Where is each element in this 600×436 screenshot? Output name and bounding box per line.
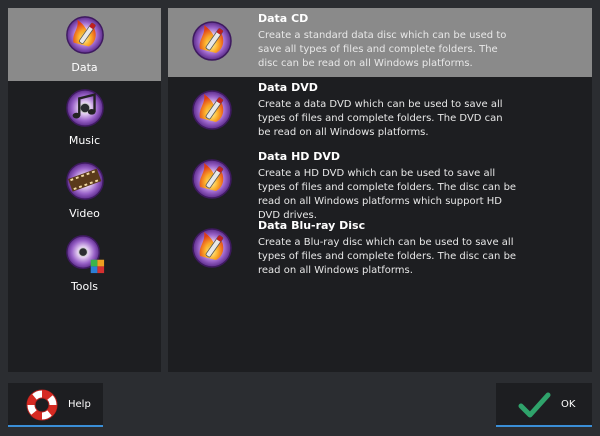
sidebar-item-music[interactable]: Music	[8, 81, 161, 154]
sidebar-item-tools[interactable]: Tools	[8, 227, 161, 300]
sidebar-item-label: Tools	[70, 280, 99, 293]
help-label: Help	[68, 399, 91, 410]
project-item-data-cd[interactable]: Data CD Create a standard data disc whic…	[168, 8, 592, 77]
sidebar-item-label: Music	[68, 134, 101, 147]
video-disc-icon	[65, 162, 104, 200]
project-item-data-bluray[interactable]: Data Blu-ray Disc Create a Blu-ray disc …	[168, 215, 592, 284]
project-item-title: Data Blu-ray Disc	[258, 219, 366, 232]
project-item-description: Create a data DVD which can be used to s…	[258, 99, 503, 138]
category-sidebar: Data Music Video Tools	[8, 8, 161, 372]
ok-button[interactable]: OK	[496, 383, 592, 427]
project-item-title: Data HD DVD	[258, 150, 341, 163]
project-item-data-hd-dvd[interactable]: Data HD DVD Create a HD DVD which can be…	[168, 146, 592, 221]
sidebar-item-label: Data	[71, 61, 98, 74]
music-disc-icon	[65, 89, 104, 127]
sidebar-item-label: Video	[69, 207, 100, 220]
data-disc-icon	[192, 228, 232, 268]
sidebar-item-video[interactable]: Video	[8, 154, 161, 227]
lifebuoy-icon	[26, 389, 58, 421]
help-button[interactable]: Help	[8, 383, 103, 427]
data-disc-icon	[65, 16, 104, 54]
checkmark-icon	[518, 392, 551, 418]
project-item-description: Create a standard data disc which can be…	[258, 30, 507, 69]
project-item-title: Data CD	[258, 12, 309, 25]
data-disc-icon	[192, 21, 232, 61]
tools-disc-icon	[65, 235, 104, 274]
sidebar-item-data[interactable]: Data	[8, 8, 161, 81]
ok-label: OK	[561, 399, 576, 410]
project-item-description: Create a Blu-ray disc which can be used …	[258, 237, 517, 276]
data-disc-icon	[192, 90, 232, 130]
project-item-title: Data DVD	[258, 81, 318, 94]
project-list: Data CD Create a standard data disc whic…	[168, 8, 592, 372]
project-item-data-dvd[interactable]: Data DVD Create a data DVD which can be …	[168, 77, 592, 146]
data-disc-icon	[192, 159, 232, 199]
